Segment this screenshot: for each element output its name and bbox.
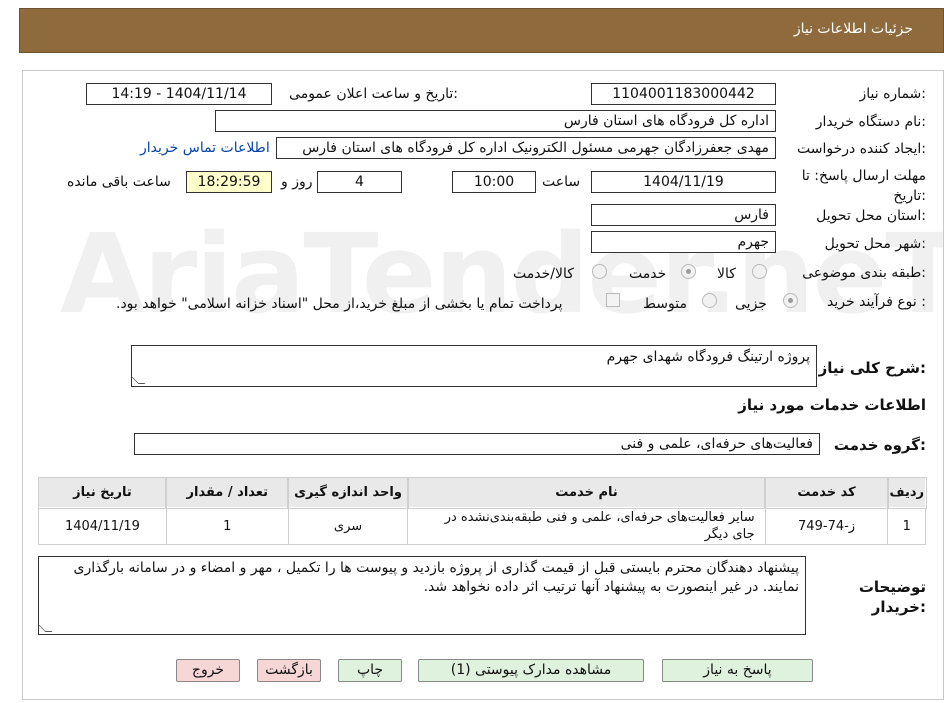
city-field: جهرم: [591, 231, 776, 253]
buyer-notes-textarea[interactable]: پیشنهاد دهندگان محترم بایستی قبل از قیمت…: [38, 556, 806, 635]
resize-grip-icon[interactable]: [39, 625, 53, 632]
deadline-time-field: 10:00: [452, 171, 536, 193]
cell-quantity: 1: [165, 507, 289, 545]
category-option-goods-service: کالا/خدمت: [513, 266, 574, 282]
province-label: استان محل تحویل:: [816, 208, 926, 224]
process-label: نوع فرآیند خرید :: [827, 294, 926, 310]
announce-datetime-field: 1404/11/14 - 14:19: [86, 83, 272, 105]
cell-need-date: 1404/11/19: [38, 507, 167, 545]
view-attachments-button[interactable]: مشاهده مدارک پیوستی (1): [418, 659, 644, 682]
city-label: شهر محل تحویل:: [824, 236, 926, 252]
remaining-time-field: 18:29:59: [186, 171, 272, 193]
days-remaining-field: 4: [317, 171, 402, 193]
summary-text: پروژه ارتینگ فرودگاه شهدای جهرم: [606, 349, 810, 365]
need-number-label: شماره نیاز:: [859, 86, 926, 102]
process-option-medium: متوسط: [643, 296, 687, 312]
deadline-date-field: 1404/11/19: [591, 171, 776, 193]
table-header-row: ردیف کد خدمت نام خدمت واحد اندازه گیری ت…: [37, 476, 927, 509]
back-button[interactable]: بازگشت: [257, 659, 321, 682]
buyer-notes-label: توضیحات خریدار:: [858, 578, 926, 616]
col-header-need-date: تاریخ نیاز: [37, 476, 168, 509]
category-radio-goods-service[interactable]: [592, 264, 607, 279]
col-header-unit: واحد اندازه گیری: [287, 476, 409, 509]
buyer-notes-line-1: پیشنهاد دهندگان محترم بایستی قبل از قیمت…: [73, 560, 799, 576]
page-header: جزئیات اطلاعات نیاز: [19, 8, 944, 53]
category-label: طبقه بندی موضوعی:: [802, 265, 926, 281]
buyer-contact-link[interactable]: اطلاعات تماس خریدار: [140, 140, 270, 156]
deadline-label: مهلت ارسال پاسخ: تا تاریخ:: [801, 168, 926, 204]
col-header-service-name: نام خدمت: [406, 476, 767, 509]
reply-to-need-button[interactable]: پاسخ به نیاز: [662, 659, 813, 682]
treasury-payment-checkbox[interactable]: [606, 293, 620, 307]
col-header-row-number: ردیف: [886, 476, 927, 509]
category-radio-goods[interactable]: [752, 264, 767, 279]
buyer-notes-line-2: نمایند. در غیر اینصورت به پیشنهاد آنها ت…: [423, 579, 799, 595]
remaining-time-label: ساعت باقی مانده: [67, 174, 171, 190]
category-radio-service[interactable]: [681, 264, 696, 279]
creator-field: مهدی جعفرزادگان جهرمی مسئول الکترونیک اد…: [276, 137, 776, 159]
col-header-quantity: تعداد / مقدار: [165, 476, 290, 509]
cell-row-number: 1: [887, 507, 926, 545]
announce-label: تاریخ و ساعت اعلان عمومی:: [289, 86, 458, 102]
process-option-minor: جزیی: [735, 296, 767, 312]
buyer-org-label: نام دستگاه خریدار:: [815, 114, 926, 130]
services-section-title: اطلاعات خدمات مورد نیاز: [738, 396, 926, 414]
table-row: 1 ز-74-749 سایر فعالیت‌های حرفه‌ای، علمی…: [38, 507, 926, 545]
summary-label: شرح کلی نیاز:: [818, 359, 926, 377]
exit-button[interactable]: خروج: [176, 659, 240, 682]
cell-unit: سری: [287, 507, 409, 545]
treasury-payment-note: پرداخت تمام یا بخشی از مبلغ خرید،از محل …: [116, 296, 563, 312]
resize-grip-icon[interactable]: [132, 377, 146, 384]
time-label: ساعت: [542, 174, 581, 190]
days-label: روز و: [281, 174, 313, 190]
cell-service-code: ز-74-749: [764, 507, 889, 545]
print-button[interactable]: چاپ: [338, 659, 402, 682]
category-option-goods: کالا: [717, 266, 736, 282]
cell-service-name: سایر فعالیت‌های حرفه‌ای، علمی و فنی طبقه…: [407, 507, 766, 545]
service-group-field: فعالیت‌های حرفه‌ای، علمی و فنی: [134, 433, 820, 455]
creator-label: ایجاد کننده درخواست:: [797, 141, 926, 157]
need-number-field: 1104001183000442: [591, 83, 776, 105]
col-header-service-code: کد خدمت: [764, 476, 889, 509]
summary-textarea[interactable]: پروژه ارتینگ فرودگاه شهدای جهرم: [131, 345, 817, 387]
process-radio-minor[interactable]: [783, 293, 798, 308]
services-table: ردیف کد خدمت نام خدمت واحد اندازه گیری ت…: [37, 476, 927, 545]
province-field: فارس: [591, 204, 776, 226]
service-group-label: گروه خدمت:: [833, 436, 926, 454]
process-radio-medium[interactable]: [702, 293, 717, 308]
category-option-service: خدمت: [629, 266, 667, 282]
buyer-org-field: اداره کل فرودگاه های استان فارس: [215, 110, 776, 132]
page-title: جزئیات اطلاعات نیاز: [793, 21, 913, 37]
